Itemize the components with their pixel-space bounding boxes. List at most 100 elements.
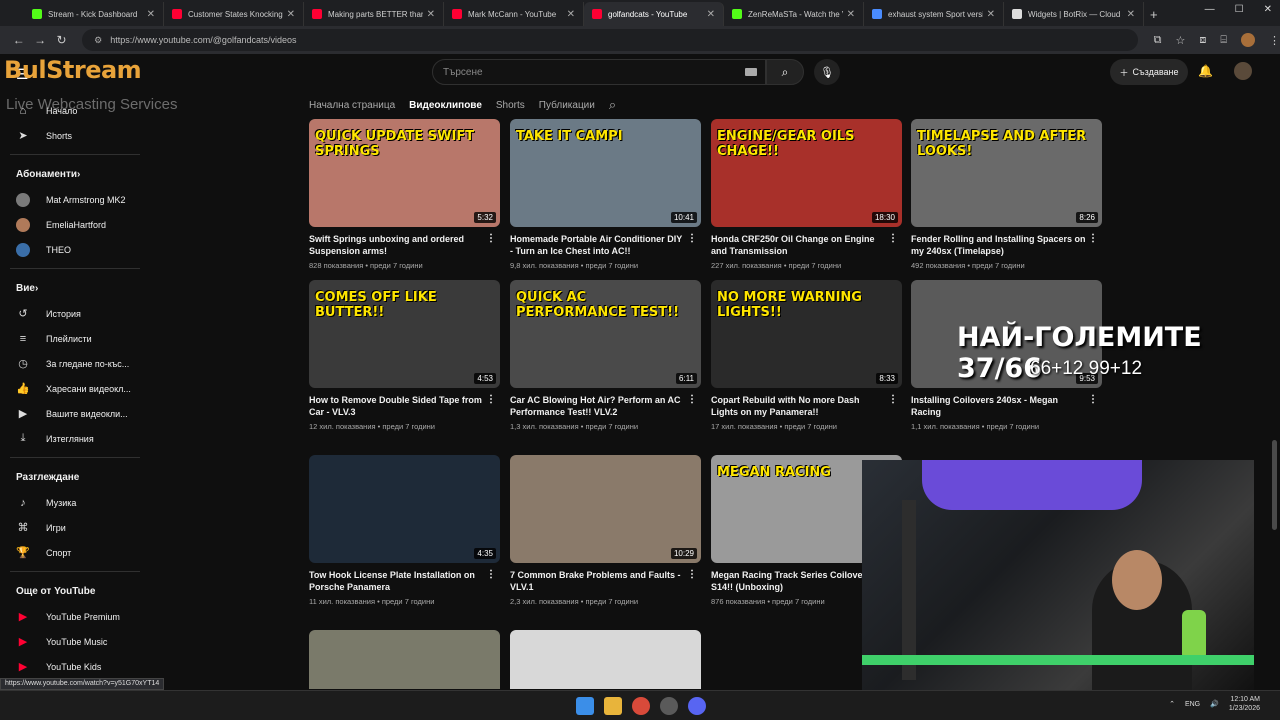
video-thumbnail[interactable]: 4:35 (309, 455, 500, 563)
more-actions-icon[interactable]: ⋮ (486, 569, 496, 581)
more-actions-icon[interactable]: ⋮ (1088, 233, 1098, 245)
video-card[interactable] (309, 630, 500, 689)
language-indicator[interactable]: ENG (1185, 701, 1200, 708)
obs-icon[interactable] (660, 697, 678, 715)
subscriptions-heading[interactable]: Абонаменти › (0, 161, 150, 187)
browser-tab[interactable]: Mark McCann - YouTube ✕ (444, 2, 584, 26)
discord-icon[interactable] (688, 697, 706, 715)
channel-tab[interactable]: Публикации (539, 100, 595, 111)
video-card[interactable]: QUICK AC PERFORMANCE TEST!! 6:11 Car AC Bl… (510, 280, 701, 431)
sidebar-item[interactable]: ↺ История (0, 301, 150, 326)
video-title[interactable]: Fender Rolling and Installing Spacers on… (911, 233, 1102, 257)
sidebar-item[interactable]: ◷ За гледане по-къс... (0, 351, 150, 376)
video-thumbnail[interactable]: TIMELAPSE AND AFTER LOOKS! 8:26 (911, 119, 1102, 227)
you-heading[interactable]: Вие › (0, 275, 150, 301)
start-icon[interactable] (576, 697, 594, 715)
maximize-icon[interactable]: ☐ (1235, 4, 1244, 15)
video-thumbnail[interactable] (510, 630, 701, 689)
channel-tab[interactable]: Начална страница (309, 100, 395, 111)
sidebar-item[interactable]: ▶ YouTube Music (0, 629, 150, 654)
chrome-icon[interactable] (632, 697, 650, 715)
video-thumbnail[interactable]: QUICK UPDATE SWIFT SPRINGS 5:32 (309, 119, 500, 227)
video-title[interactable]: Car AC Blowing Hot Air? Perform an AC Pe… (510, 394, 701, 418)
sidebar-item[interactable]: ♪ Музика (0, 490, 150, 515)
search-button[interactable]: ⌕ (766, 59, 804, 85)
video-title[interactable]: Swift Springs unboxing and ordered Suspe… (309, 233, 500, 257)
video-thumbnail[interactable]: COMES OFF LIKE BUTTER!! 4:53 (309, 280, 500, 388)
video-card[interactable]: 4:35 Tow Hook License Plate Installation … (309, 455, 500, 606)
browser-tab[interactable]: Stream - Kick Dashboard ✕ (24, 2, 164, 26)
site-info-icon[interactable]: ⚙ (94, 35, 102, 46)
tab-close-icon[interactable]: ✕ (707, 9, 715, 20)
sidebar-item[interactable]: 👍 Харесани видеокл... (0, 376, 150, 401)
channel-tab[interactable]: Shorts (496, 100, 525, 111)
search-input[interactable]: Търсене (432, 59, 766, 85)
page-scrollbar[interactable] (1272, 440, 1277, 530)
video-card[interactable]: TAKE IT CAMPI 10:41 Homemade Portable Air … (510, 119, 701, 270)
more-actions-icon[interactable]: ⋮ (687, 569, 697, 581)
more-actions-icon[interactable]: ⋮ (888, 233, 898, 245)
video-title[interactable]: 7 Common Brake Problems and Faults - VLV… (510, 569, 701, 593)
sidebar-subscription[interactable]: EmeliaHartford (0, 212, 150, 237)
sidebar-item[interactable]: ▶ YouTube Premium (0, 604, 150, 629)
video-thumbnail[interactable]: 10:29 (510, 455, 701, 563)
channel-tab[interactable]: Видеоклипове (409, 100, 482, 111)
video-card[interactable]: QUICK UPDATE SWIFT SPRINGS 5:32 Swift Spri… (309, 119, 500, 270)
sidebar-item[interactable]: ➤ Shorts (0, 123, 150, 148)
sidebar-item[interactable]: ▶ Вашите видеокли... (0, 401, 150, 426)
bookmark-star-icon[interactable]: ☆ (1176, 34, 1186, 47)
tab-close-icon[interactable]: ✕ (147, 9, 155, 20)
reload-icon[interactable]: ↻ (51, 33, 72, 47)
more-actions-icon[interactable]: ⋮ (486, 233, 496, 245)
tab-close-icon[interactable]: ✕ (987, 9, 995, 20)
tab-close-icon[interactable]: ✕ (427, 9, 435, 20)
install-icon[interactable]: ⧉ (1154, 34, 1162, 47)
extensions-icon[interactable]: ⧈ (1199, 34, 1206, 47)
more-actions-icon[interactable]: ⋮ (687, 233, 697, 245)
video-title[interactable]: Homemade Portable Air Conditioner DIY - … (510, 233, 701, 257)
sidebar-item[interactable]: ▶ YouTube Kids (0, 654, 150, 679)
browser-tab[interactable]: golfandcats - YouTube ✕ (584, 2, 724, 26)
video-thumbnail[interactable] (309, 630, 500, 689)
tab-close-icon[interactable]: ✕ (847, 9, 855, 20)
keyboard-icon[interactable] (745, 68, 757, 76)
new-tab-icon[interactable]: + (1150, 7, 1158, 26)
account-avatar[interactable] (1234, 62, 1252, 80)
tab-close-icon[interactable]: ✕ (1127, 9, 1135, 20)
browser-tab[interactable]: exhaust system Sport versio ✕ (864, 2, 1004, 26)
video-thumbnail[interactable]: NO MORE WARNING LIGHTS!! 8:33 (711, 280, 902, 388)
video-card[interactable]: 10:29 7 Common Brake Problems and Faults … (510, 455, 701, 606)
browser-tab[interactable]: Making parts BETTER than Bi ✕ (304, 2, 444, 26)
minimize-icon[interactable]: — (1205, 4, 1215, 15)
voice-search-button[interactable]: 🎙 (814, 59, 840, 85)
sidebar-subscription[interactable]: Mat Armstrong MK2 (0, 187, 150, 212)
more-actions-icon[interactable]: ⋮ (687, 394, 697, 406)
tab-search-icon[interactable]: ⌸ (1220, 34, 1227, 47)
sidebar-item[interactable]: 🏆 Спорт (0, 540, 150, 565)
video-thumbnail[interactable]: ENGINE/GEAR OILS CHAGE!! 18:30 (711, 119, 902, 227)
video-card[interactable]: TIMELAPSE AND AFTER LOOKS! 8:26 Fender Rol… (911, 119, 1102, 270)
tab-close-icon[interactable]: ✕ (567, 9, 575, 20)
browser-tab[interactable]: Widgets | BotRix — Cloud St ✕ (1004, 2, 1144, 26)
sidebar-item[interactable]: ⌘ Игри (0, 515, 150, 540)
sidebar-item[interactable]: ≡ Плейлисти (0, 326, 150, 351)
close-window-icon[interactable]: ✕ (1264, 4, 1272, 15)
video-title[interactable]: Installing Coilovers 240sx - Megan Racin… (911, 394, 1102, 418)
video-card[interactable]: COMES OFF LIKE BUTTER!! 4:53 How to Remove… (309, 280, 500, 431)
video-card[interactable]: ENGINE/GEAR OILS CHAGE!! 18:30 Honda CRF25… (711, 119, 902, 270)
sidebar-item[interactable]: ⤓ Изтегляния (0, 426, 150, 451)
tab-close-icon[interactable]: ✕ (287, 9, 295, 20)
more-actions-icon[interactable]: ⋮ (486, 394, 496, 406)
channel-search-icon[interactable]: ⌕ (609, 97, 616, 113)
volume-icon[interactable]: 🔊 (1210, 700, 1219, 708)
file-explorer-icon[interactable] (604, 697, 622, 715)
sidebar-item[interactable]: ⌂ Начало (0, 98, 150, 123)
video-title[interactable]: How to Remove Double Sided Tape from Car… (309, 394, 500, 418)
video-card[interactable] (510, 630, 701, 689)
forward-icon[interactable]: → (29, 33, 50, 47)
browser-menu-icon[interactable]: ⋮ (1269, 34, 1280, 47)
clock[interactable]: 12:10 AM 1/23/2026 (1229, 695, 1260, 713)
profile-avatar[interactable] (1240, 33, 1255, 47)
create-button[interactable]: ＋ Създаване (1110, 59, 1188, 85)
video-card[interactable]: NO MORE WARNING LIGHTS!! 8:33 Copart Rebui… (711, 280, 902, 431)
